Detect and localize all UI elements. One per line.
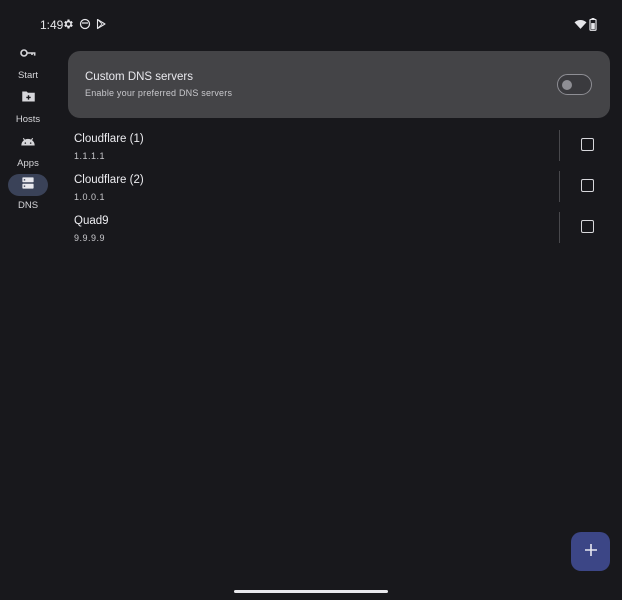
server-name: Cloudflare (1) xyxy=(74,133,144,145)
rail-label-dns: DNS xyxy=(17,200,39,211)
server-name: Cloudflare (2) xyxy=(74,174,144,186)
folder-add-icon xyxy=(21,90,36,108)
custom-dns-subtitle: Enable your preferred DNS servers xyxy=(85,88,233,98)
divider xyxy=(559,130,560,161)
rail-label-hosts: Hosts xyxy=(15,114,41,125)
face-icon xyxy=(79,18,93,32)
divider xyxy=(559,171,560,202)
server-ip: 9.9.9.9 xyxy=(74,233,106,243)
server-checkbox[interactable] xyxy=(581,179,594,192)
server-name: Quad9 xyxy=(74,215,109,227)
rail-item-dns[interactable]: DNS xyxy=(6,174,50,214)
custom-dns-toggle[interactable] xyxy=(557,74,592,95)
rail-label-apps: Apps xyxy=(17,158,39,169)
gesture-nav-bar[interactable] xyxy=(234,590,388,593)
android-icon xyxy=(20,134,36,152)
toggle-knob xyxy=(562,79,572,90)
dns-screen: 1:49 Start Hosts Apps DNS Custom DNS ser… xyxy=(0,0,622,600)
server-ip: 1.0.0.1 xyxy=(74,192,106,202)
plus-icon xyxy=(584,543,597,561)
status-bar: 1:49 xyxy=(0,0,622,50)
key-icon xyxy=(20,46,36,64)
server-row-cloudflare-2[interactable]: Cloudflare (2) 1.0.0.1 xyxy=(68,171,610,209)
rail-item-apps[interactable]: Apps xyxy=(6,132,50,172)
play-store-icon xyxy=(95,18,109,32)
custom-dns-card[interactable]: Custom DNS servers Enable your preferred… xyxy=(68,51,610,118)
add-server-button[interactable] xyxy=(571,532,610,571)
rail-item-start[interactable]: Start xyxy=(6,44,50,84)
divider xyxy=(559,212,560,243)
server-ip: 1.1.1.1 xyxy=(74,151,106,161)
gear-icon xyxy=(62,18,76,32)
custom-dns-title: Custom DNS servers xyxy=(85,71,193,83)
status-time: 1:49 xyxy=(40,18,64,32)
rail-item-hosts[interactable]: Hosts xyxy=(6,88,50,128)
server-row-quad9[interactable]: Quad9 9.9.9.9 xyxy=(68,212,610,250)
server-checkbox[interactable] xyxy=(581,220,594,233)
dns-icon xyxy=(21,176,35,195)
server-row-cloudflare-1[interactable]: Cloudflare (1) 1.1.1.1 xyxy=(68,130,610,168)
rail-label-start: Start xyxy=(17,70,39,81)
wifi-icon xyxy=(574,18,588,32)
battery-icon xyxy=(589,18,603,32)
server-checkbox[interactable] xyxy=(581,138,594,151)
